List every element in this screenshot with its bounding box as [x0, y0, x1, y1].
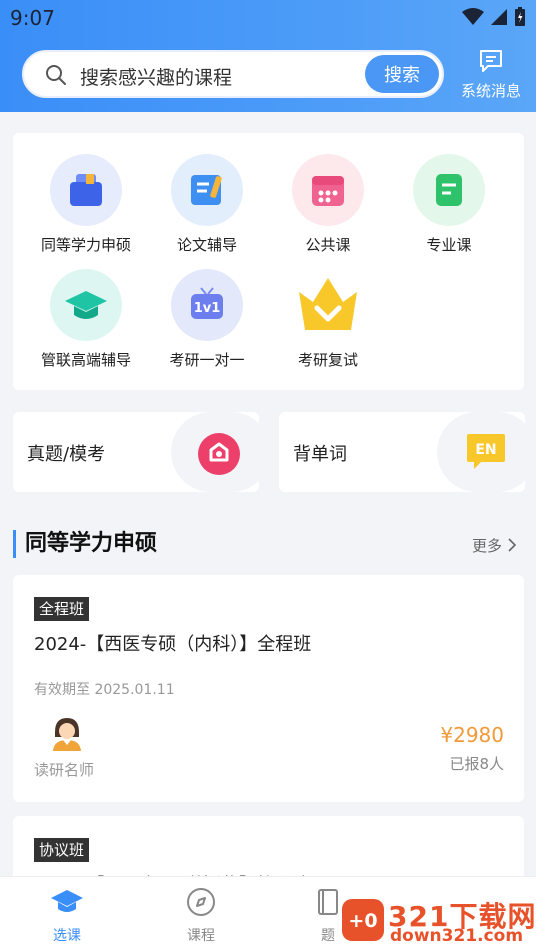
section-title: 同等学力申硕 — [13, 530, 157, 558]
category-public[interactable]: 公共课 — [268, 154, 388, 255]
category-grid: 同等学力申硕 论文辅导 公共课 专业课 管联高端辅导 1v1 考研一对一 考研复… — [13, 133, 524, 390]
search-bar[interactable]: 搜索感兴趣的课程 搜索 — [22, 50, 444, 98]
course-badge: 协议班 — [34, 838, 90, 862]
id-card-icon — [50, 154, 122, 226]
chevron-right-icon — [508, 538, 516, 552]
status-icons — [462, 7, 526, 27]
category-retest[interactable]: 考研复试 — [268, 269, 388, 370]
category-label: 管联高端辅导 — [40, 351, 131, 369]
calendar-icon — [292, 154, 364, 226]
quick-link-label: 背单词 — [293, 444, 347, 465]
system-messages-label: 系统消息 — [460, 82, 521, 100]
exam-icon — [198, 433, 240, 475]
watermark: +0 321下载网 down321.com — [340, 893, 535, 947]
category-major[interactable]: 专业课 — [389, 154, 509, 255]
tab-select-course[interactable]: 选课 — [27, 887, 107, 945]
quick-link-exams[interactable]: 真题/模考 — [13, 412, 259, 492]
course-badge: 全程班 — [34, 597, 90, 621]
course-price: ¥2980 — [440, 723, 504, 747]
system-messages-button[interactable]: 系统消息 — [456, 48, 526, 100]
en-icon: EN — [467, 434, 505, 469]
wifi-icon — [462, 8, 484, 25]
svg-text:1v1: 1v1 — [194, 301, 221, 316]
category-label: 公共课 — [305, 236, 351, 254]
watermark-logo: +0 — [342, 899, 384, 941]
category-thesis[interactable]: 论文辅导 — [147, 154, 267, 255]
signal-icon — [491, 9, 507, 25]
watermark-domain: down321.com — [390, 926, 524, 946]
more-link[interactable]: 更多 — [472, 535, 517, 556]
teacher-avatar — [53, 718, 81, 751]
status-bar: 9:07 — [0, 0, 536, 36]
course-enrolled-count: 已报8人 — [449, 755, 504, 773]
status-time: 9:07 — [10, 6, 55, 30]
search-icon — [46, 65, 66, 85]
search-input[interactable]: 搜索感兴趣的课程 — [80, 63, 232, 90]
message-icon — [480, 50, 502, 72]
course-title: 2024-【西医专硕（内科）】全程班 — [34, 634, 312, 655]
more-label: 更多 — [472, 537, 503, 555]
tab-courses[interactable]: 课程 — [161, 887, 241, 945]
en-icon-text: EN — [475, 442, 496, 458]
category-label: 同等学力申硕 — [40, 236, 131, 254]
course-card[interactable]: 全程班 2024-【西医专硕（内科）】全程班 有效期至 2025.01.11 读… — [13, 575, 524, 802]
watermark-logo-text: +0 — [348, 910, 377, 932]
teacher-name: 读研名师 — [34, 761, 95, 779]
notebook-icon — [171, 154, 243, 226]
category-one-on-one[interactable]: 1v1 考研一对一 — [147, 269, 267, 370]
category-label: 论文辅导 — [176, 236, 237, 254]
document-icon — [413, 154, 485, 226]
crown-icon — [292, 269, 364, 341]
tab-label: 课程 — [187, 928, 215, 944]
category-guanlian[interactable]: 管联高端辅导 — [26, 269, 146, 370]
quick-link-vocabulary[interactable]: 背单词 EN — [279, 412, 525, 492]
quick-link-label: 真题/模考 — [27, 444, 106, 465]
category-label: 考研一对一 — [169, 351, 245, 369]
course-validity: 有效期至 2025.01.11 — [34, 682, 175, 698]
question-book-icon — [318, 889, 338, 915]
category-tongdeng[interactable]: 同等学力申硕 — [26, 154, 146, 255]
search-button[interactable]: 搜索 — [365, 55, 439, 93]
graduation-cap-icon — [50, 269, 122, 341]
battery-icon — [515, 7, 525, 26]
category-label: 考研复试 — [297, 351, 358, 369]
one-on-one-tv-icon: 1v1 — [171, 269, 243, 341]
compass-icon — [187, 888, 215, 916]
category-label: 专业课 — [426, 236, 472, 254]
graduation-cap-icon — [51, 890, 83, 912]
tab-label: 选课 — [53, 928, 81, 944]
